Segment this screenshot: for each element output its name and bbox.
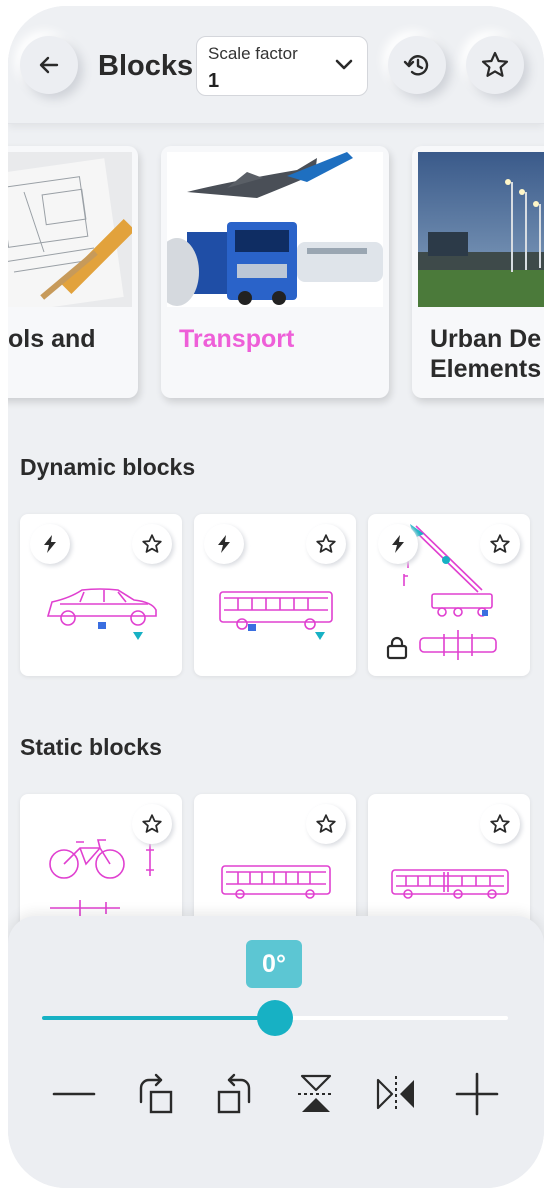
minus-icon [52, 1092, 96, 1096]
rotate-left-icon [217, 1073, 251, 1114]
dynamic-block-bus[interactable] [194, 514, 356, 676]
rotation-panel: 0° [8, 916, 544, 1188]
dynamic-block-badge[interactable] [30, 524, 70, 564]
star-icon [481, 51, 509, 77]
static-blocks-heading: Static blocks [20, 734, 162, 760]
history-icon [403, 55, 429, 76]
flip-vertical-icon [298, 1074, 334, 1112]
increase-button[interactable] [449, 1066, 505, 1122]
dynamic-block-car[interactable] [20, 514, 182, 676]
category-card-urban-elements[interactable]: Urban De Elements [412, 146, 544, 398]
star-icon [316, 534, 336, 553]
dynamic-block-badge[interactable] [204, 524, 244, 564]
favorite-toggle[interactable] [132, 524, 172, 564]
flip-horizontal-button[interactable] [368, 1066, 424, 1122]
category-card-tools[interactable]: ols and [8, 146, 138, 398]
dynamic-blocks-heading: Dynamic blocks [20, 454, 196, 480]
rotate-right-icon [139, 1073, 173, 1114]
angle-badge: 0° [246, 940, 302, 988]
chevron-down-icon [335, 59, 353, 70]
scale-factor-dropdown[interactable]: Scale factor 1 [196, 36, 368, 96]
lightning-icon [392, 535, 404, 553]
back-button[interactable] [20, 36, 78, 94]
phone-screen: Blocks Scale factor 1 ols and Transport … [8, 6, 544, 1188]
star-icon [142, 814, 162, 833]
scale-factor-value: 1 [208, 70, 220, 92]
category-image-tools [8, 152, 132, 307]
plus-icon [455, 1072, 499, 1116]
favorite-toggle[interactable] [306, 804, 346, 844]
star-icon [490, 534, 510, 553]
favorite-toggle[interactable] [132, 804, 172, 844]
top-app-bar: Blocks Scale factor 1 [8, 6, 544, 124]
star-icon [142, 534, 162, 553]
star-icon [490, 814, 510, 833]
decrease-button[interactable] [46, 1066, 102, 1122]
category-image-urban [418, 152, 544, 307]
category-carousel[interactable]: ols and Transport Urban De Elements [8, 146, 544, 406]
category-card-transport[interactable]: Transport [161, 146, 389, 398]
star-icon [316, 814, 336, 833]
dynamic-block-badge[interactable] [378, 524, 418, 564]
lightning-icon [44, 535, 56, 553]
category-label: ols and [8, 325, 96, 353]
history-button[interactable] [388, 36, 446, 94]
rotate-left-button[interactable] [207, 1066, 263, 1122]
favorites-button[interactable] [466, 36, 524, 94]
scale-factor-label: Scale factor [208, 44, 298, 63]
lightning-icon [218, 535, 230, 553]
favorite-toggle[interactable] [480, 524, 520, 564]
rotation-slider-fill [42, 1016, 275, 1020]
page-title: Blocks [98, 50, 194, 82]
favorite-toggle[interactable] [480, 804, 520, 844]
rotate-right-button[interactable] [127, 1066, 183, 1122]
category-image-transport [167, 152, 383, 307]
lock-icon [386, 636, 408, 660]
flip-horizontal-icon [376, 1076, 414, 1112]
dynamic-block-crane[interactable] [368, 514, 530, 676]
flip-vertical-button[interactable] [288, 1066, 344, 1122]
category-label-selected: Transport [179, 325, 295, 353]
back-arrow-icon [39, 56, 59, 74]
category-label: Urban De Elements [430, 325, 542, 383]
favorite-toggle[interactable] [306, 524, 346, 564]
rotation-slider-thumb[interactable] [257, 1000, 293, 1036]
